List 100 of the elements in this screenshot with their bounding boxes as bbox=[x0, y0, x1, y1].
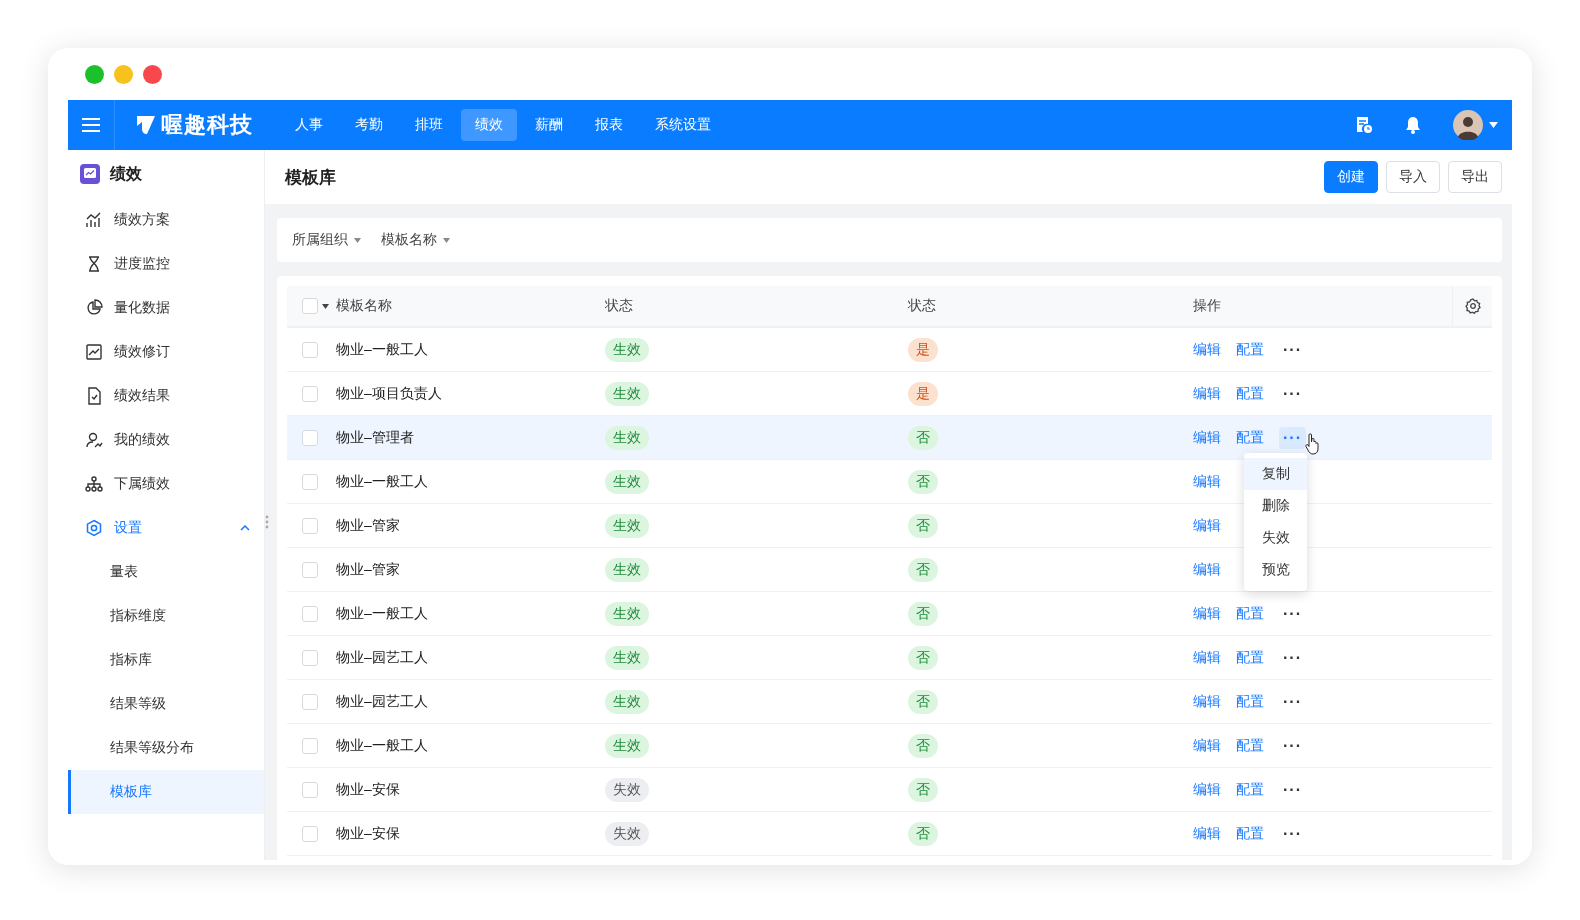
edit-link[interactable]: 编辑 bbox=[1193, 472, 1221, 491]
configure-link[interactable]: 配置 bbox=[1236, 428, 1264, 447]
template-name: 物业–管家 bbox=[336, 516, 400, 533]
configure-link[interactable]: 配置 bbox=[1236, 604, 1264, 623]
row-checkbox[interactable] bbox=[302, 693, 318, 710]
configure-link[interactable]: 配置 bbox=[1236, 692, 1264, 711]
sidebar-item[interactable]: 绩效结果 bbox=[68, 374, 264, 418]
edit-link[interactable]: 编辑 bbox=[1193, 692, 1221, 711]
row-checkbox[interactable] bbox=[302, 825, 318, 842]
edit-link[interactable]: 编辑 bbox=[1193, 340, 1221, 359]
sidebar-item[interactable]: 绩效修订 bbox=[68, 330, 264, 374]
hand-cursor-icon bbox=[1305, 432, 1321, 455]
edit-link[interactable]: 编辑 bbox=[1193, 384, 1221, 403]
sidebar-item[interactable]: 进度监控 bbox=[68, 242, 264, 286]
sidebar-item[interactable]: 绩效方案 bbox=[68, 198, 264, 242]
more-button[interactable]: ··· bbox=[1279, 426, 1306, 449]
row-checkbox[interactable] bbox=[302, 561, 318, 578]
row-checkbox[interactable] bbox=[302, 737, 318, 754]
report-clock-icon[interactable] bbox=[1355, 116, 1373, 134]
edit-link[interactable]: 编辑 bbox=[1193, 604, 1221, 623]
toolbar-button[interactable]: 导入 bbox=[1386, 161, 1440, 193]
sidebar-subitem[interactable]: 结果等级 bbox=[68, 682, 264, 726]
sidebar-title: 绩效 bbox=[110, 163, 142, 184]
sidebar-item[interactable]: 设置 bbox=[68, 506, 264, 550]
sidebar-subitem[interactable]: 量表 bbox=[68, 550, 264, 594]
sidebar-item[interactable]: 我的绩效 bbox=[68, 418, 264, 462]
settings-icon[interactable] bbox=[1464, 298, 1481, 314]
nav-tab[interactable]: 报表 bbox=[581, 109, 637, 141]
edit-link[interactable]: 编辑 bbox=[1193, 736, 1221, 755]
more-button[interactable]: ··· bbox=[1279, 382, 1306, 405]
template-name: 物业–园艺工人 bbox=[336, 648, 428, 665]
sidebar-subitem[interactable]: 指标维度 bbox=[68, 594, 264, 638]
template-name: 物业–一般工人 bbox=[336, 340, 428, 357]
row-checkbox[interactable] bbox=[302, 473, 318, 490]
configure-link[interactable]: 配置 bbox=[1236, 648, 1264, 667]
nav-tab[interactable]: 系统设置 bbox=[641, 109, 725, 141]
menu-item[interactable]: 复制 bbox=[1244, 457, 1307, 490]
edit-link[interactable]: 编辑 bbox=[1193, 516, 1221, 535]
primary-button[interactable]: 创建 bbox=[1324, 161, 1378, 193]
more-button[interactable]: ··· bbox=[1279, 338, 1306, 361]
window-minimize-button[interactable] bbox=[114, 64, 133, 84]
more-button[interactable]: ··· bbox=[1279, 822, 1306, 845]
configure-link[interactable]: 配置 bbox=[1236, 824, 1264, 843]
edit-link[interactable]: 编辑 bbox=[1193, 648, 1221, 667]
configure-link[interactable]: 配置 bbox=[1236, 340, 1264, 359]
caret-icon bbox=[443, 237, 450, 243]
edit-link[interactable]: 编辑 bbox=[1193, 428, 1221, 447]
filter-dropdown[interactable]: 模板名称 bbox=[381, 231, 450, 249]
sidebar-item[interactable]: 下属绩效 bbox=[68, 462, 264, 506]
sort-caret-icon[interactable] bbox=[322, 303, 329, 309]
more-button[interactable]: ··· bbox=[1279, 778, 1306, 801]
select-all-checkbox[interactable] bbox=[302, 298, 318, 314]
edit-link[interactable]: 编辑 bbox=[1193, 824, 1221, 843]
more-button[interactable]: ··· bbox=[1279, 690, 1306, 713]
nav-tab[interactable]: 人事 bbox=[281, 109, 337, 141]
template-name: 物业–管理者 bbox=[336, 428, 414, 445]
row-checkbox[interactable] bbox=[302, 781, 318, 798]
column-header: 操作 bbox=[1193, 297, 1221, 313]
nav-tab[interactable]: 排班 bbox=[401, 109, 457, 141]
row-checkbox[interactable] bbox=[302, 649, 318, 666]
caret-icon[interactable] bbox=[1489, 122, 1498, 128]
row-checkbox[interactable] bbox=[302, 385, 318, 402]
menu-item[interactable]: 预览 bbox=[1244, 553, 1307, 586]
nav-tab[interactable]: 考勤 bbox=[341, 109, 397, 141]
nav-tab[interactable]: 绩效 bbox=[461, 109, 517, 141]
row-checkbox[interactable] bbox=[302, 517, 318, 534]
window-close-button[interactable] bbox=[143, 64, 162, 84]
window-maximize-button[interactable] bbox=[85, 64, 104, 84]
more-button[interactable]: ··· bbox=[1279, 602, 1306, 625]
row-checkbox[interactable] bbox=[302, 605, 318, 622]
sidebar-subitem[interactable]: 模板库 bbox=[68, 770, 264, 814]
nav-tab[interactable]: 薪酬 bbox=[521, 109, 577, 141]
avatar[interactable] bbox=[1453, 110, 1483, 140]
sidebar-item[interactable]: 量化数据 bbox=[68, 286, 264, 330]
status-tag: 生效 bbox=[605, 381, 649, 406]
edit-link[interactable]: 编辑 bbox=[1193, 780, 1221, 799]
configure-link[interactable]: 配置 bbox=[1236, 736, 1264, 755]
menu-item[interactable]: 删除 bbox=[1244, 489, 1307, 522]
menu-item[interactable]: 失效 bbox=[1244, 521, 1307, 554]
sidebar-subitem[interactable]: 指标库 bbox=[68, 638, 264, 682]
filter-dropdown[interactable]: 所属组织 bbox=[292, 231, 361, 249]
configure-link[interactable]: 配置 bbox=[1236, 780, 1264, 799]
menu-icon[interactable] bbox=[82, 118, 100, 132]
flag-tag: 是 bbox=[908, 381, 938, 406]
more-button[interactable]: ··· bbox=[1279, 734, 1306, 757]
flag-tag: 否 bbox=[908, 469, 938, 494]
brand-name: 喔趣科技 bbox=[161, 111, 253, 139]
chart-app-icon bbox=[80, 164, 100, 184]
bell-icon[interactable] bbox=[1405, 116, 1421, 134]
configure-link[interactable]: 配置 bbox=[1236, 384, 1264, 403]
row-checkbox[interactable] bbox=[302, 429, 318, 446]
more-button[interactable]: ··· bbox=[1279, 646, 1306, 669]
flag-tag: 否 bbox=[908, 821, 938, 846]
status-tag: 生效 bbox=[605, 469, 649, 494]
row-checkbox[interactable] bbox=[302, 341, 318, 358]
edit-link[interactable]: 编辑 bbox=[1193, 560, 1221, 579]
toolbar-button[interactable]: 导出 bbox=[1448, 161, 1502, 193]
sidebar-subitem[interactable]: 结果等级分布 bbox=[68, 726, 264, 770]
settings-icon bbox=[85, 519, 103, 537]
status-tag: 生效 bbox=[605, 337, 649, 362]
